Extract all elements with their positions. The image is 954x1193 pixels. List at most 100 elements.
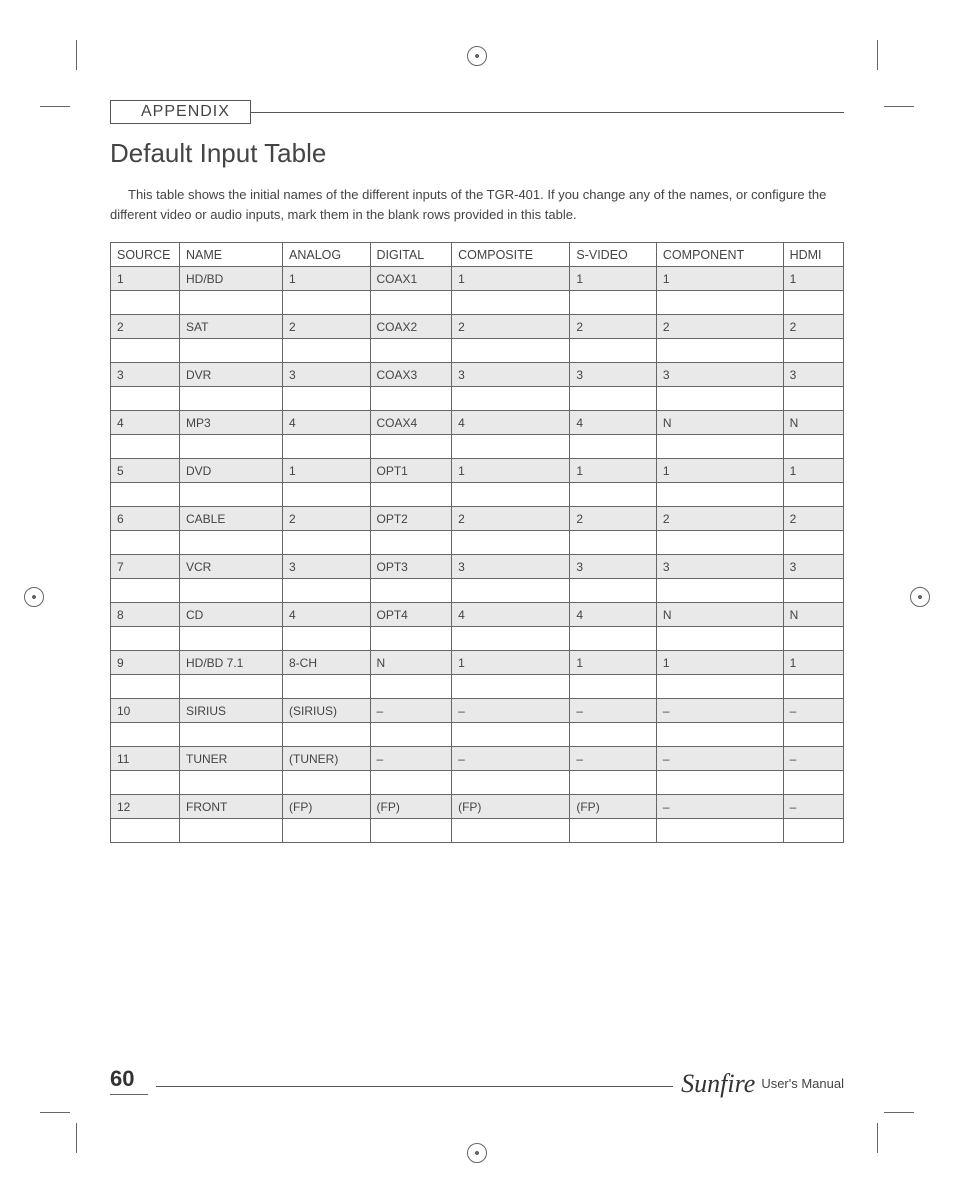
table-cell: 2 <box>452 315 570 339</box>
table-cell: 8-CH <box>283 651 371 675</box>
table-row: 2SAT2COAX22222 <box>111 315 844 339</box>
table-cell: OPT4 <box>370 603 452 627</box>
table-cell: 4 <box>283 411 371 435</box>
page-number: 60 <box>110 1066 148 1092</box>
table-cell <box>783 675 843 699</box>
page-title: Default Input Table <box>110 138 844 169</box>
table-cell: N <box>656 411 783 435</box>
table-cell <box>370 291 452 315</box>
table-cell: SIRIUS <box>180 699 283 723</box>
table-cell <box>370 819 452 843</box>
table-cell <box>452 435 570 459</box>
table-cell: OPT3 <box>370 555 452 579</box>
table-cell: 4 <box>283 603 371 627</box>
table-cell <box>452 723 570 747</box>
table-cell <box>111 579 180 603</box>
table-cell <box>656 819 783 843</box>
table-cell: MP3 <box>180 411 283 435</box>
table-cell <box>180 291 283 315</box>
table-cell <box>370 339 452 363</box>
table-cell <box>111 291 180 315</box>
table-cell <box>370 387 452 411</box>
table-cell: FRONT <box>180 795 283 819</box>
table-cell <box>783 627 843 651</box>
table-row: 7VCR3OPT33333 <box>111 555 844 579</box>
table-cell <box>570 819 657 843</box>
table-cell <box>570 723 657 747</box>
table-cell: 2 <box>111 315 180 339</box>
table-cell: 1 <box>783 459 843 483</box>
table-row <box>111 579 844 603</box>
table-cell <box>783 819 843 843</box>
table-cell: SAT <box>180 315 283 339</box>
table-cell <box>180 675 283 699</box>
table-cell: 4 <box>570 411 657 435</box>
table-cell <box>283 819 371 843</box>
table-cell <box>656 291 783 315</box>
table-cell <box>370 723 452 747</box>
table-cell: 3 <box>283 363 371 387</box>
table-cell <box>452 483 570 507</box>
table-cell <box>783 435 843 459</box>
table-row: 11TUNER(TUNER)––––– <box>111 747 844 771</box>
table-cell: (FP) <box>370 795 452 819</box>
table-cell <box>180 435 283 459</box>
table-cell <box>180 483 283 507</box>
table-cell <box>111 435 180 459</box>
table-row <box>111 819 844 843</box>
table-cell: 9 <box>111 651 180 675</box>
col-header-digital: DIGITAL <box>370 243 452 267</box>
table-cell: N <box>370 651 452 675</box>
table-cell <box>452 819 570 843</box>
table-cell: 2 <box>783 315 843 339</box>
col-header-name: NAME <box>180 243 283 267</box>
table-cell <box>452 675 570 699</box>
table-cell <box>283 627 371 651</box>
table-cell <box>783 531 843 555</box>
table-cell: 7 <box>111 555 180 579</box>
table-cell: 4 <box>570 603 657 627</box>
table-cell: CABLE <box>180 507 283 531</box>
intro-paragraph: This table shows the initial names of th… <box>110 185 844 224</box>
table-cell <box>656 339 783 363</box>
table-cell: HD/BD 7.1 <box>180 651 283 675</box>
table-cell <box>656 723 783 747</box>
table-cell <box>656 579 783 603</box>
table-row: 12FRONT(FP)(FP)(FP)(FP)–– <box>111 795 844 819</box>
table-cell <box>111 531 180 555</box>
col-header-analog: ANALOG <box>283 243 371 267</box>
table-row <box>111 291 844 315</box>
col-header-composite: COMPOSITE <box>452 243 570 267</box>
table-cell: DVD <box>180 459 283 483</box>
table-cell: 1 <box>452 459 570 483</box>
table-cell <box>570 291 657 315</box>
table-cell: CD <box>180 603 283 627</box>
table-row <box>111 531 844 555</box>
table-cell <box>452 531 570 555</box>
table-cell: 3 <box>783 555 843 579</box>
header-rule <box>251 112 844 113</box>
table-cell <box>452 291 570 315</box>
table-cell: 1 <box>570 651 657 675</box>
table-cell <box>111 387 180 411</box>
table-cell: 3 <box>570 555 657 579</box>
table-cell: – <box>656 747 783 771</box>
table-cell <box>783 771 843 795</box>
table-cell: 2 <box>656 507 783 531</box>
table-row: 1HD/BD1COAX11111 <box>111 267 844 291</box>
table-row <box>111 483 844 507</box>
table-cell: 1 <box>656 267 783 291</box>
table-cell <box>656 771 783 795</box>
table-cell: N <box>783 603 843 627</box>
table-cell <box>452 627 570 651</box>
table-cell <box>283 435 371 459</box>
table-cell: 2 <box>283 507 371 531</box>
table-row: 8CD4OPT444NN <box>111 603 844 627</box>
table-row <box>111 723 844 747</box>
table-cell: – <box>783 795 843 819</box>
table-cell: – <box>452 747 570 771</box>
table-cell <box>180 387 283 411</box>
table-cell: 3 <box>452 363 570 387</box>
table-cell: 4 <box>452 603 570 627</box>
table-cell <box>283 339 371 363</box>
